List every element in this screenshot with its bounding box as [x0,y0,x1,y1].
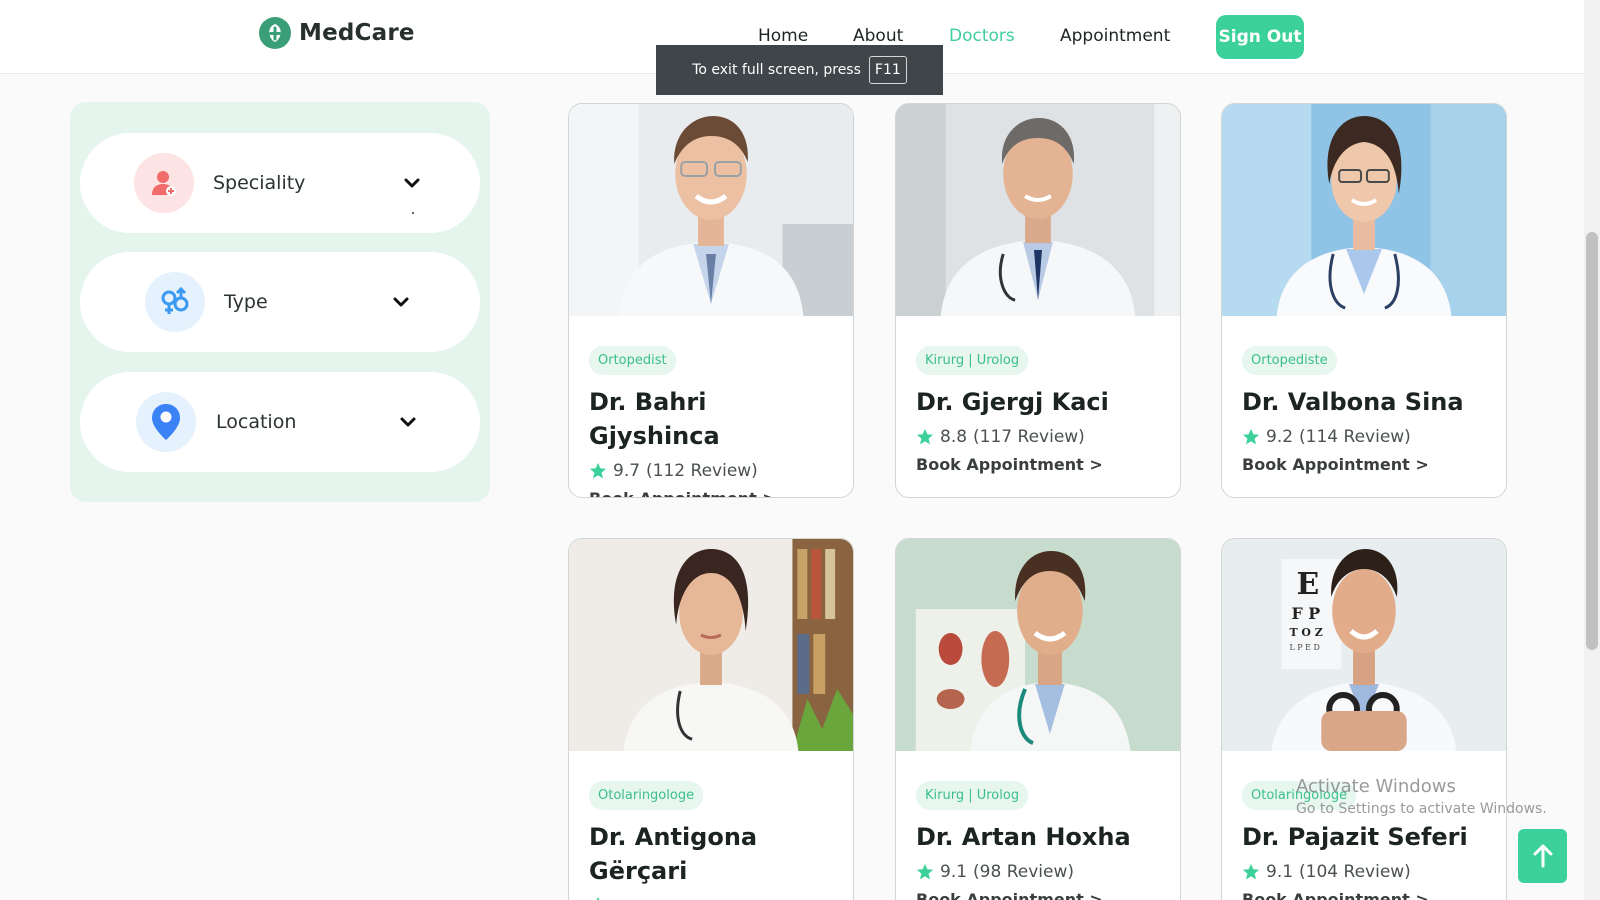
fullscreen-notice-text: To exit full screen, press [692,62,861,78]
star-icon [1242,863,1260,880]
doctor-name: Dr. Antigona Gërçari [589,823,758,885]
star-icon [589,462,607,479]
doctor-photo [569,104,853,316]
type-label: Type [224,291,268,313]
book-appointment-link[interactable]: Book Appointment > [589,489,776,497]
location-filter[interactable]: Location [80,372,480,472]
fullscreen-key: F11 [868,56,907,84]
sign-out-button[interactable]: Sign Out [1216,15,1304,59]
doctor-name: Dr. Valbona Sina [1242,388,1464,416]
doctor-photo [896,539,1180,751]
nav-about[interactable]: About [853,26,903,46]
watermark-subtitle: Go to Settings to activate Windows. [1296,801,1547,817]
doctor-icon [134,153,194,213]
speciality-badge: Ortopedist [589,346,676,375]
doctor-photo [896,104,1180,316]
location-pin-icon [136,392,196,452]
rating-row: 9.1 (98 Review) [916,862,1160,882]
chevron-down-icon[interactable] [391,292,411,312]
svg-text:T O Z: T O Z [1290,626,1323,639]
rating-row: 9.2 (114 Review) [1242,427,1486,447]
doctor-name: Dr. Pajazit Seferi [1242,823,1468,851]
svg-text:F P: F P [1292,604,1321,623]
nav-home[interactable]: Home [758,26,808,46]
star-icon [916,863,934,880]
scrollbar-thumb[interactable] [1586,232,1598,650]
nav-doctors[interactable]: Doctors [949,26,1015,46]
doctor-photo [1222,104,1506,316]
doctor-photo: E F P T O Z L P E D [1222,539,1506,751]
svg-text:L P E D: L P E D [1290,643,1320,652]
doctor-card[interactable]: Ortopediste Dr. Valbona Sina 9.2 (114 Re… [1221,103,1507,498]
rating-value: 9.1 [940,862,968,882]
book-appointment-link[interactable]: Book Appointment > [916,890,1103,900]
speciality-badge: Kirurg | Urolog [916,346,1029,375]
svg-text:E: E [1296,567,1319,602]
page-scrollbar[interactable] [1584,0,1600,900]
speciality-filter[interactable]: Speciality [80,133,480,233]
review-count: (114 Review) [1299,427,1411,447]
star-icon [596,896,600,900]
rating-value: 8.8 [940,427,968,447]
speciality-label: Speciality [213,172,306,194]
gender-icon [145,272,205,332]
doctor-card[interactable]: Kirurg | Urolog Dr. Gjergj Kaci 8.8 (117… [895,103,1181,498]
review-count: (117 Review) [973,427,1085,447]
scroll-to-top-button[interactable] [1518,829,1567,883]
location-label: Location [216,411,297,433]
star-icon [916,428,934,445]
nav-appointment[interactable]: Appointment [1060,26,1170,46]
chevron-down-icon[interactable] [402,173,422,193]
rating-value: 9.1 [1266,862,1294,882]
arrow-up-icon [1533,844,1552,868]
book-appointment-link[interactable]: Book Appointment > [916,455,1103,474]
review-count: (104 Review) [1299,862,1411,882]
book-appointment-link[interactable]: Book Appointment > [1242,890,1429,900]
doctor-card[interactable]: Ortopedist Dr. Bahri Gjyshinca 9.7 (112 … [568,103,854,498]
speciality-badge: Otolaringologe [589,781,704,810]
rating-row: 9.1 (104 Review) [1242,862,1486,882]
rating-row: 8.8 (117 Review) [916,427,1160,447]
doctor-card[interactable]: Kirurg | Urolog Dr. Artan Hoxha 9.1 (98 … [895,538,1181,900]
filter-panel: Speciality Type Location [70,102,490,502]
doctor-photo [569,539,853,751]
dot-mark [412,212,414,214]
windows-activation-watermark: Activate Windows Go to Settings to activ… [1296,776,1547,817]
rating-value: 9.7 [613,461,641,481]
doctor-card[interactable]: E F P T O Z L P E D Otolaringologe Dr. P… [1221,538,1507,900]
rating-row: 9.7 (112 Review) [589,461,833,481]
doctor-card[interactable]: Otolaringologe Dr. Antigona Gërçari [568,538,854,900]
rating-row [589,896,833,900]
review-count: (112 Review) [646,461,758,481]
speciality-badge: Kirurg | Urolog [916,781,1029,810]
doctor-name: Dr. Gjergj Kaci [916,388,1109,416]
speciality-badge: Ortopediste [1242,346,1337,375]
review-count: (98 Review) [973,862,1075,882]
watermark-title: Activate Windows [1296,776,1456,797]
star-icon [1242,428,1260,445]
doctor-name: Dr. Bahri Gjyshinca [589,388,720,450]
rating-value: 9.2 [1266,427,1294,447]
chevron-down-icon[interactable] [398,412,418,432]
type-filter[interactable]: Type [80,252,480,352]
book-appointment-link[interactable]: Book Appointment > [1242,455,1429,474]
fullscreen-exit-notice: To exit full screen, press F11 [656,45,943,95]
doctor-name: Dr. Artan Hoxha [916,823,1131,851]
